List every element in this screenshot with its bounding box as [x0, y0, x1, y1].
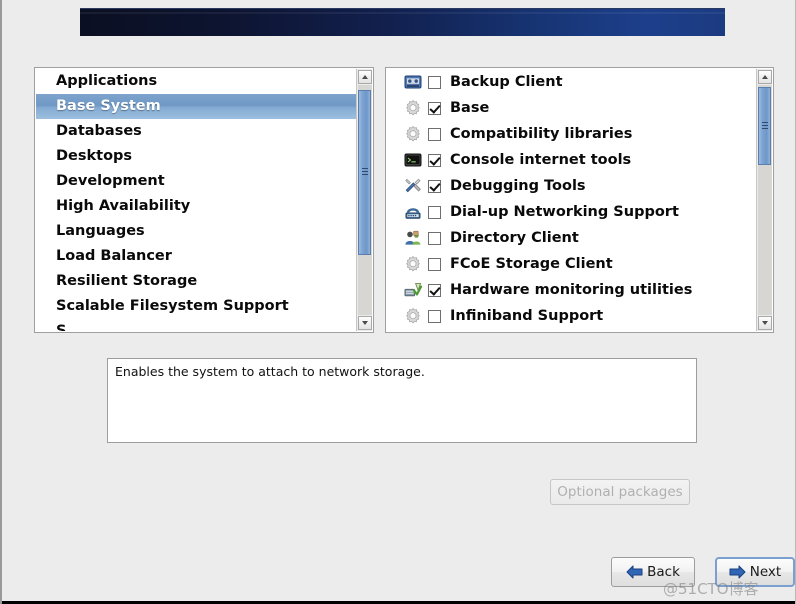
back-button-label: Back: [647, 564, 680, 580]
arrow-left-icon: [626, 565, 643, 579]
package-checkbox[interactable]: [428, 284, 441, 297]
gear-icon: [404, 255, 422, 273]
package-checkbox[interactable]: [428, 258, 441, 271]
package-label: Hardware monitoring utilities: [450, 282, 692, 298]
package-list-item[interactable]: Directory Client: [387, 225, 756, 251]
hardware-monitor-icon: [404, 281, 422, 299]
optional-package-list[interactable]: Backup Client Base Compatibility libraries…: [387, 69, 756, 331]
group-list-item[interactable]: Base System: [36, 94, 356, 119]
next-button-label: Next: [750, 564, 781, 580]
gear-icon: [404, 255, 422, 273]
users-icon: [404, 229, 422, 247]
package-list-item[interactable]: Console internet tools: [387, 147, 756, 173]
next-button[interactable]: Next: [715, 557, 795, 587]
group-list-item[interactable]: Development: [36, 169, 356, 194]
gear-icon: [404, 125, 422, 143]
optional-package-panel: Backup Client Base Compatibility libraries…: [385, 67, 774, 333]
package-label: Directory Client: [450, 230, 579, 246]
package-checkbox[interactable]: [428, 180, 441, 193]
package-list-item[interactable]: Base: [387, 95, 756, 121]
modem-icon: [404, 203, 422, 221]
package-list-item[interactable]: Compatibility libraries: [387, 121, 756, 147]
users-icon: [404, 229, 422, 247]
scroll-grip-icon: [362, 168, 368, 176]
package-checkbox[interactable]: [428, 232, 441, 245]
optional-packages-label: Optional packages: [557, 484, 682, 500]
gear-icon: [404, 125, 422, 143]
package-checkbox[interactable]: [428, 206, 441, 219]
package-group-list[interactable]: ApplicationsBase SystemDatabasesDesktops…: [36, 69, 356, 331]
group-description-box: Enables the system to attach to network …: [107, 358, 697, 443]
package-list-item[interactable]: Debugging Tools: [387, 173, 756, 199]
package-label: FCoE Storage Client: [450, 256, 613, 272]
optional-packages-button[interactable]: Optional packages: [550, 479, 690, 505]
group-list-item[interactable]: Resilient Storage: [36, 269, 356, 294]
terminal-icon: [404, 151, 422, 169]
package-label: Dial-up Networking Support: [450, 204, 679, 220]
group-list-item[interactable]: Applications: [36, 69, 356, 94]
scroll-grip-icon: [762, 122, 768, 130]
scroll-down-arrow-icon[interactable]: [758, 316, 772, 330]
scroll-up-arrow-icon[interactable]: [358, 70, 372, 84]
package-list-item[interactable]: Infiniband Support: [387, 303, 756, 329]
group-list-item[interactable]: Desktops: [36, 144, 356, 169]
group-list-item[interactable]: Languages: [36, 219, 356, 244]
package-label: Infiniband Support: [450, 308, 603, 324]
gear-icon: [404, 99, 422, 117]
group-scroll-track[interactable]: [358, 85, 372, 315]
package-scroll-thumb[interactable]: [758, 87, 771, 165]
package-list-item[interactable]: Hardware monitoring utilities: [387, 277, 756, 303]
back-button[interactable]: Back: [611, 557, 695, 587]
group-list-item[interactable]: S: [36, 319, 356, 331]
package-label: Compatibility libraries: [450, 126, 632, 142]
scroll-up-arrow-icon[interactable]: [758, 70, 772, 84]
tools-icon: [404, 177, 422, 195]
package-label: Base: [450, 100, 489, 116]
installer-window: ApplicationsBase SystemDatabasesDesktops…: [0, 0, 796, 604]
tape-drive-icon: [404, 73, 422, 91]
gear-icon: [404, 307, 422, 325]
package-label: Backup Client: [450, 74, 563, 90]
banner-highlight: [80, 12, 725, 14]
package-group-panel: ApplicationsBase SystemDatabasesDesktops…: [34, 67, 374, 333]
group-list-item[interactable]: Scalable Filesystem Support: [36, 294, 356, 319]
modem-icon: [404, 203, 422, 221]
package-list-scrollbar[interactable]: [756, 69, 772, 331]
group-list-item[interactable]: Load Balancer: [36, 244, 356, 269]
scroll-down-arrow-icon[interactable]: [358, 316, 372, 330]
group-list-item[interactable]: High Availability: [36, 194, 356, 219]
package-checkbox[interactable]: [428, 310, 441, 323]
tape-drive-icon: [404, 73, 422, 91]
package-checkbox[interactable]: [428, 128, 441, 141]
tools-icon: [404, 177, 422, 195]
terminal-icon: [404, 151, 422, 169]
package-list-item[interactable]: Dial-up Networking Support: [387, 199, 756, 225]
arrow-right-icon: [729, 565, 746, 579]
package-label: Console internet tools: [450, 152, 631, 168]
package-checkbox[interactable]: [428, 102, 441, 115]
title-banner: [80, 8, 725, 36]
package-checkbox[interactable]: [428, 76, 441, 89]
package-list-item[interactable]: FCoE Storage Client: [387, 251, 756, 277]
package-scroll-track[interactable]: [758, 85, 772, 315]
package-checkbox[interactable]: [428, 154, 441, 167]
package-label: Debugging Tools: [450, 178, 586, 194]
group-list-scrollbar[interactable]: [356, 69, 372, 331]
gear-icon: [404, 99, 422, 117]
gear-icon: [404, 307, 422, 325]
hardware-monitor-icon: [404, 281, 422, 299]
group-scroll-thumb[interactable]: [358, 90, 371, 256]
package-list-item[interactable]: Backup Client: [387, 69, 756, 95]
group-list-item[interactable]: Databases: [36, 119, 356, 144]
